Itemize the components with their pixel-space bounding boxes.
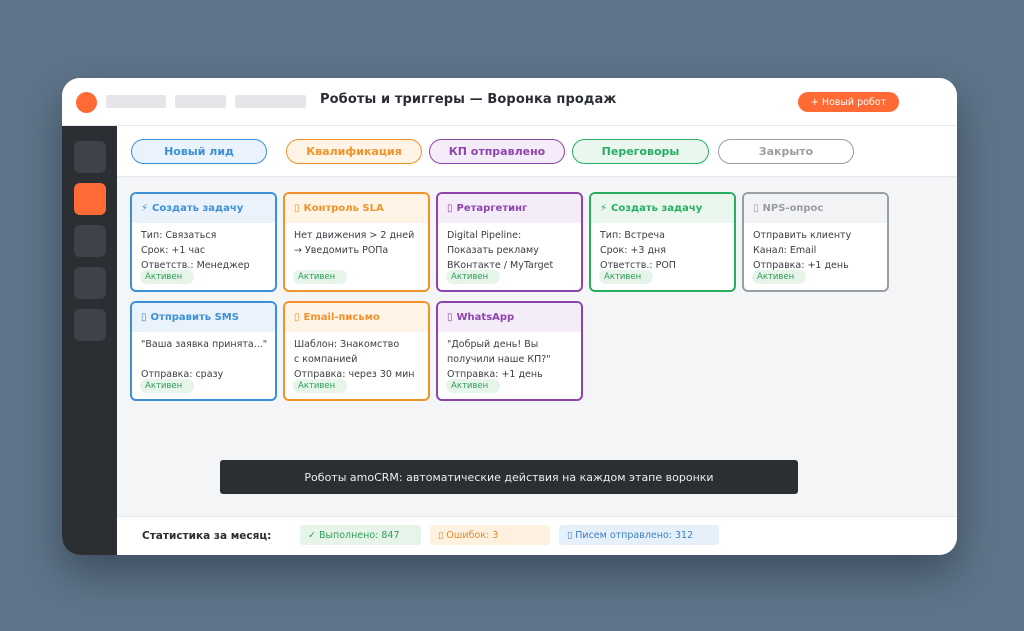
stat-chip: ✓ Выполнено: 847 [300, 525, 421, 545]
robot-card-header: ▯ Отправить SMS [132, 303, 275, 332]
app-window: Роботы и триггеры — Воронка продаж + Нов… [62, 78, 957, 555]
robot-card-header: ▯ Контроль SLA [285, 194, 428, 223]
robot-card-line: получили наше КП?" [447, 354, 551, 365]
target-icon: ▯ [447, 203, 453, 214]
robot-card-header: ▯ Email-письмо [285, 303, 428, 332]
stage-pill[interactable]: КП отправлено [429, 139, 565, 164]
stat-chip: ▯ Писем отправлено: 312 [559, 525, 719, 545]
lightning-icon: ⚡ [141, 203, 149, 214]
robot-card-header: ▯ WhatsApp [438, 303, 581, 332]
stage-pill[interactable]: Квалификация [286, 139, 422, 164]
stage-pill[interactable]: Новый лид [131, 139, 267, 164]
menu-placeholder[interactable] [175, 95, 226, 108]
sidebar-item[interactable] [74, 141, 106, 173]
robot-card-line: Канал: Email [753, 245, 817, 256]
robot-card-header: ▯ NPS-опрос [744, 194, 887, 223]
new-robot-button[interactable]: + Новый робот [798, 92, 899, 112]
lightning-icon: ⚡ [600, 203, 608, 214]
email-icon: ▯ [294, 312, 300, 323]
robot-card-line: Срок: +1 час [141, 245, 206, 256]
robot-card-body: "Добрый день! Вы получили наше КП?" Отправ… [438, 332, 581, 382]
robot-card-title: Контроль SLA [303, 203, 384, 214]
robot-card-title: Отправить SMS [150, 312, 239, 323]
status-badge: Активен [293, 379, 348, 393]
robot-card-line [141, 352, 267, 367]
menu-placeholder[interactable] [106, 95, 166, 108]
robot-card-line: Отправить клиенту [753, 230, 852, 241]
stage-pill[interactable]: Переговоры [572, 139, 709, 164]
sms-icon: ▯ [141, 312, 147, 323]
robot-card[interactable]: ▯ Ретаргетинг Digital Pipeline: Показать ре… [436, 192, 583, 292]
robot-card[interactable]: ▯ Отправить SMS "Ваша заявка принята..." От… [130, 301, 277, 401]
robot-card[interactable]: ⚡ Создать задачу Тип: Встреча Срок: +3 дня О… [589, 192, 736, 292]
robot-card-title: Ретаргетинг [456, 203, 528, 214]
status-badge: Активен [599, 270, 654, 284]
robot-card-title: WhatsApp [456, 312, 515, 323]
robot-card-line: Нет движения > 2 дней [294, 230, 415, 241]
main-area: Новый лид Квалификация КП отправлено Перего… [117, 126, 957, 516]
robot-card-body: Шаблон: Знакомство с компанией Отправка: ч… [285, 332, 428, 382]
robot-card-line: с компанией [294, 354, 358, 365]
robot-card-header: ▯ Ретаргетинг [438, 194, 581, 223]
robot-card-title: Email-письмо [303, 312, 380, 323]
survey-icon: ▯ [753, 203, 759, 214]
titlebar: Роботы и триггеры — Воронка продаж + Нов… [62, 78, 957, 126]
robot-card-body: Отправить клиенту Канал: Email Отправка: +… [744, 223, 887, 273]
sidebar [62, 126, 117, 555]
status-badge: Активен [293, 270, 348, 284]
status-badge: Активен [140, 270, 195, 284]
stats-bar: Статистика за месяц: ✓ Выполнено: 847 ▯ О… [117, 516, 957, 555]
robot-card[interactable]: ⚡ Создать задачу Тип: Связаться Срок: +1 ча… [130, 192, 277, 292]
info-caption: Роботы amoCRM: автоматические действия н… [220, 460, 798, 494]
robot-card-line: Шаблон: Знакомство [294, 339, 400, 350]
robot-card[interactable]: ▯ Контроль SLA Нет движения > 2 дней → Увед… [283, 192, 430, 292]
status-badge: Активен [446, 379, 501, 393]
robot-card-body: Тип: Встреча Срок: +3 дня Ответств.: РОП [591, 223, 734, 273]
stat-chip: ▯ Ошибок: 3 [430, 525, 550, 545]
sidebar-item[interactable] [74, 225, 106, 257]
status-badge: Активен [752, 270, 807, 284]
robot-card[interactable]: ▯ NPS-опрос Отправить клиенту Канал: Email О… [742, 192, 889, 292]
clock-icon: ▯ [294, 203, 300, 214]
robot-card-line: Тип: Связаться [141, 230, 217, 241]
sidebar-item[interactable] [74, 309, 106, 341]
robot-card-line: "Добрый день! Вы [447, 339, 539, 350]
pipeline-stages: Новый лид Квалификация КП отправлено Перего… [117, 126, 957, 177]
robot-card-line: → Уведомить РОПа [294, 245, 389, 256]
menu-placeholder[interactable] [235, 95, 306, 108]
stats-label: Статистика за месяц: [142, 530, 272, 542]
sidebar-item[interactable] [74, 267, 106, 299]
status-badge: Активен [140, 379, 195, 393]
robot-card-line: Digital Pipeline: [447, 230, 522, 241]
robot-card-header: ⚡ Создать задачу [591, 194, 734, 223]
app-logo [76, 92, 97, 113]
robot-card[interactable]: ▯ Email-письмо Шаблон: Знакомство с компани… [283, 301, 430, 401]
robot-card-body: Тип: Связаться Срок: +1 час Ответств.: Мен… [132, 223, 275, 273]
robot-card-title: Создать задачу [152, 203, 244, 214]
robot-card[interactable]: ▯ WhatsApp "Добрый день! Вы получили наше К… [436, 301, 583, 401]
robot-card-line: Показать рекламу [447, 245, 539, 256]
stage-pill[interactable]: Закрыто [718, 139, 854, 164]
robot-card-line: "Ваша заявка принята..." [141, 339, 268, 350]
sidebar-item-active[interactable] [74, 183, 106, 215]
robot-card-header: ⚡ Создать задачу [132, 194, 275, 223]
robot-card-title: NPS-опрос [762, 203, 824, 214]
status-badge: Активен [446, 270, 501, 284]
robot-card-title: Создать задачу [611, 203, 703, 214]
robot-card-body: "Ваша заявка принята..." Отправка: сразу [132, 332, 275, 382]
robot-card-body: Digital Pipeline: Показать рекламу ВКонтак… [438, 223, 581, 273]
page-title: Роботы и триггеры — Воронка продаж [320, 92, 617, 107]
robot-card-line: Срок: +3 дня [600, 245, 666, 256]
robot-card-body: Нет движения > 2 дней → Уведомить РОПа [285, 223, 428, 273]
whatsapp-icon: ▯ [447, 312, 453, 323]
robot-card-line: Тип: Встреча [600, 230, 665, 241]
